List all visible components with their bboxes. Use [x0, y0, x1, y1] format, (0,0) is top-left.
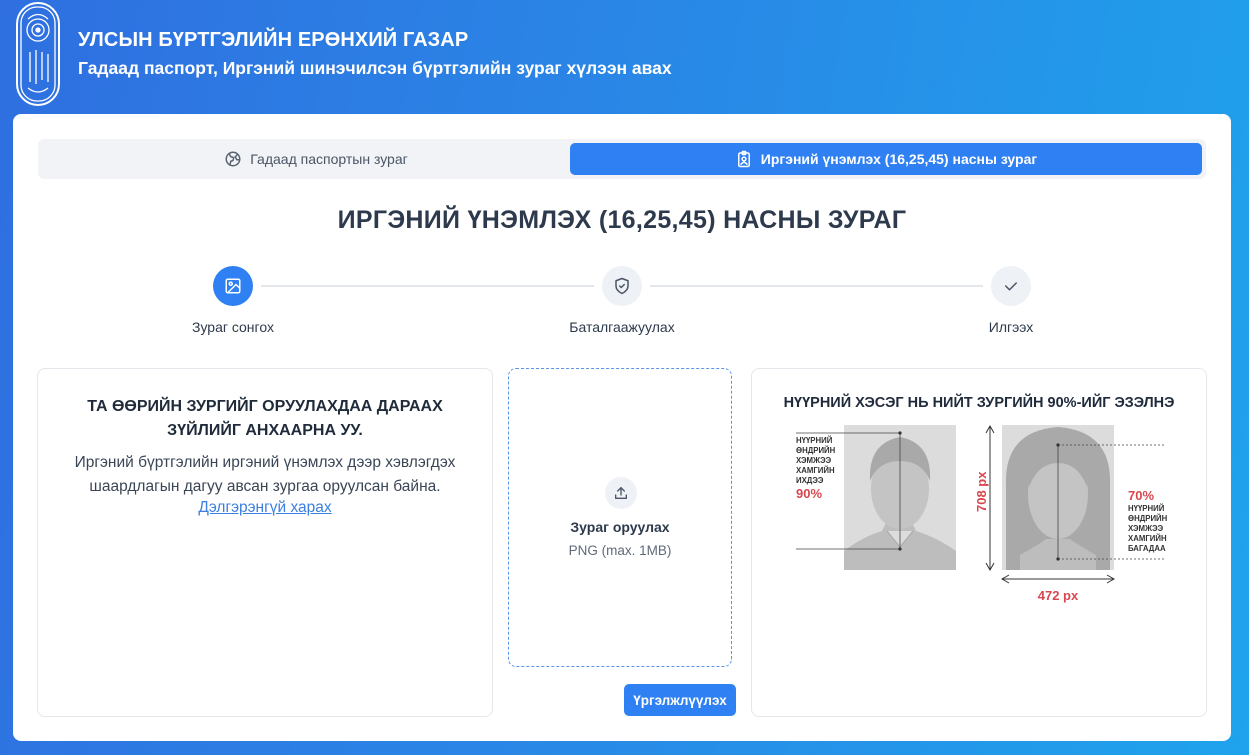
- guide-height-label: 708 px: [974, 471, 989, 512]
- globe-icon: [224, 150, 242, 168]
- upload-format-hint: PNG (max. 1MB): [568, 543, 672, 558]
- continue-button[interactable]: Үргэлжлүүлэх: [624, 684, 736, 716]
- upload-icon: [605, 477, 637, 509]
- shield-check-icon: [613, 277, 631, 295]
- check-icon: [1002, 277, 1020, 295]
- header: УЛСЫН БҮРТГЭЛИЙН ЕРӨНХИЙ ГАЗАР Гадаад па…: [0, 0, 1249, 108]
- guide-left-note-line: ӨНДРИЙН: [796, 446, 836, 455]
- id-badge-icon: [735, 150, 753, 168]
- instructions-heading: ТА ӨӨРИЙН ЗУРГИЙГ ОРУУЛАХДАА ДАРААХ ЗҮЙЛ…: [87, 398, 443, 439]
- guide-right-note-line: ӨНДРИЙН: [1128, 514, 1168, 523]
- instructions-panel: ТА ӨӨРИЙН ЗУРГИЙГ ОРУУЛАХДАА ДАРААХ ЗҮЙЛ…: [37, 368, 493, 717]
- guide-right-note-line: НҮҮРНИЙ: [1128, 504, 1165, 513]
- tab-label: Гадаад паспортын зураг: [250, 151, 408, 167]
- photo-guide-illustration: НҮҮРНИЙ ӨНДРИЙН ХЭМЖЭЭ ХАМГИЙН ИХДЭЭ 90%…: [796, 424, 1168, 603]
- upload-label: Зураг оруулах: [570, 519, 670, 535]
- guide-left-note-line: ХАМГИЙН: [796, 466, 835, 475]
- guide-left-percent: 90%: [796, 486, 822, 501]
- tab-id-card-photo[interactable]: Иргэний үнэмлэх (16,25,45) насны зураг: [570, 143, 1202, 175]
- guide-left-note-line: НҮҮРНИЙ: [796, 436, 833, 445]
- guide-right-note-line: ХЭМЖЭЭ: [1128, 524, 1164, 533]
- guide-left-note-line: ИХДЭЭ: [796, 476, 824, 485]
- step-3-label: Илгээх: [988, 319, 1034, 335]
- step-1-label: Зураг сонгох: [192, 319, 274, 335]
- more-details-link[interactable]: Дэлгэрэнгүй харах: [198, 499, 331, 517]
- organization-title: УЛСЫН БҮРТГЭЛИЙН ЕРӨНХИЙ ГАЗАР: [78, 29, 469, 51]
- guide-width-label: 472 px: [1038, 588, 1079, 603]
- instructions-text: Иргэний бүртгэлийн иргэний үнэмлэх дээр …: [74, 454, 456, 495]
- guide-right-percent: 70%: [1128, 488, 1154, 503]
- guide-right-note-line: ХАМГИЙН: [1128, 534, 1167, 543]
- step-3-indicator: [991, 266, 1031, 306]
- tab-passport-photo[interactable]: Гадаад паспортын зураг: [38, 143, 594, 175]
- page-title: ИРГЭНИЙ ҮНЭМЛЭХ (16,25,45) НАСНЫ ЗУРАГ: [337, 206, 907, 234]
- step-2-indicator: [602, 266, 642, 306]
- main-card: Гадаад паспортын зураг Иргэний үнэмлэх (…: [13, 114, 1231, 741]
- photo-upload-dropzone[interactable]: Зураг оруулах PNG (max. 1MB): [508, 368, 732, 667]
- guide-left-note-line: ХЭМЖЭЭ: [796, 456, 832, 465]
- guide-right-note-line: БАГАДАА: [1128, 544, 1166, 553]
- tab-bar: Гадаад паспортын зураг Иргэний үнэмлэх (…: [38, 139, 1206, 179]
- photo-guide-panel: НҮҮРНИЙ ХЭСЭГ НЬ НИЙТ ЗУРГИЙН 90%-ИЙГ ЭЗ…: [751, 368, 1207, 717]
- image-icon: [224, 277, 242, 295]
- stepper-connector: [650, 285, 983, 287]
- step-1-indicator: [213, 266, 253, 306]
- tab-label: Иргэний үнэмлэх (16,25,45) насны зураг: [760, 151, 1038, 167]
- organization-subtitle: Гадаад паспорт, Иргэний шинэчилсэн бүртг…: [78, 58, 672, 78]
- state-emblem-icon: [16, 2, 60, 106]
- step-2-label: Баталгаажуулах: [569, 319, 675, 335]
- stepper-connector: [261, 285, 594, 287]
